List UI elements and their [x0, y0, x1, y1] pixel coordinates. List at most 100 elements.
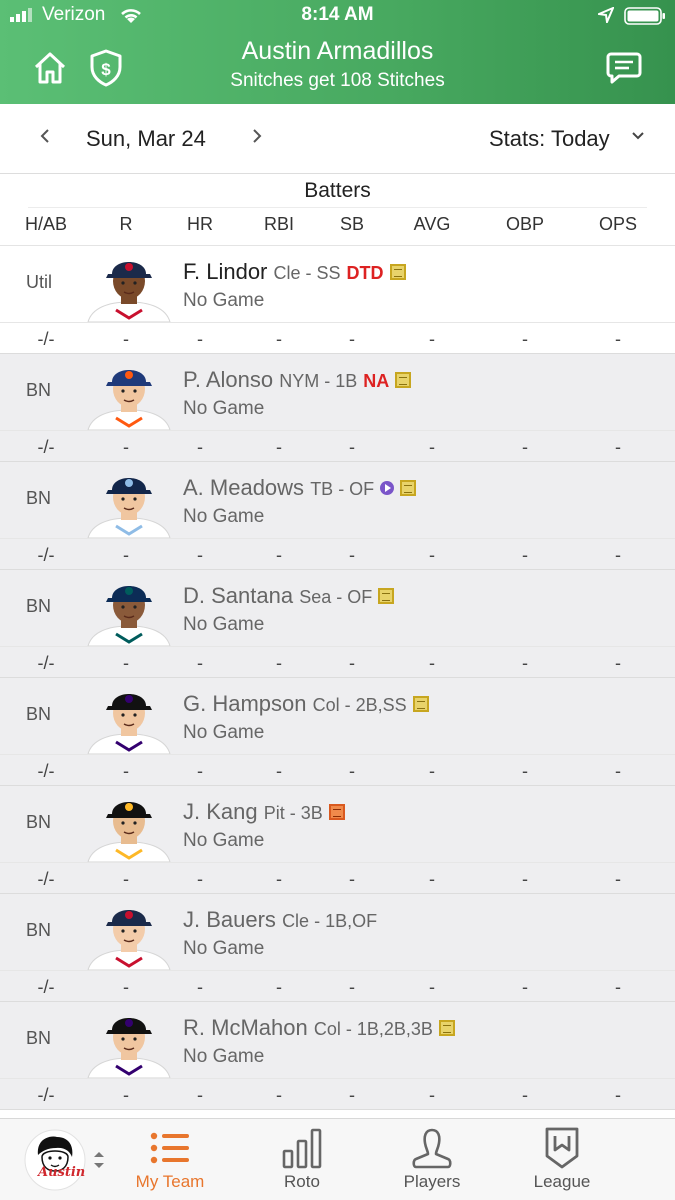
- roster-slot[interactable]: BN: [26, 596, 51, 617]
- stat-cell: -: [429, 977, 435, 997]
- battery-icon: [624, 7, 666, 31]
- roster-slot[interactable]: Util: [26, 272, 52, 293]
- stat-cell: -: [197, 329, 203, 349]
- stats-select[interactable]: Stats: Today: [489, 126, 610, 152]
- player-name[interactable]: P. Alonso: [183, 367, 273, 392]
- team-avatar-icon: [24, 1129, 86, 1191]
- stat-cell: -: [123, 977, 129, 997]
- player-photo: [87, 478, 171, 539]
- player-name[interactable]: F. Lindor: [183, 259, 267, 284]
- column-header-ops[interactable]: OPS: [599, 214, 637, 235]
- column-header-hab[interactable]: H/AB: [25, 214, 67, 235]
- player-row[interactable]: Util F. Lindor Cle - SS DTD No Game: [0, 246, 675, 323]
- stats-row: -/- - - - - - - -: [0, 863, 675, 894]
- column-header-r[interactable]: R: [120, 214, 133, 235]
- stat-cell: -: [123, 653, 129, 673]
- stat-cell: -: [123, 329, 129, 349]
- stat-cell: -: [349, 761, 355, 781]
- chevron-down-icon[interactable]: [630, 126, 646, 152]
- player-row[interactable]: BN R. McMahon Col - 1B,2B,3B No Game: [0, 1002, 675, 1079]
- player-name[interactable]: G. Hampson: [183, 691, 307, 716]
- tab-bar: Austin My Team Roto Players League: [0, 1118, 675, 1200]
- player-list: Util F. Lindor Cle - SS DTD No Game -/- - - - - -…: [0, 246, 675, 1110]
- team-position: Sea - OF: [299, 587, 373, 607]
- tab-league[interactable]: League: [512, 1119, 612, 1200]
- stat-cell: -: [615, 437, 621, 457]
- note-icon[interactable]: [378, 588, 395, 604]
- tab-label: League: [533, 1172, 591, 1191]
- team-position: TB - OF: [310, 479, 375, 499]
- stat-cell: -: [522, 977, 528, 997]
- team-switcher[interactable]: Austin: [20, 1119, 110, 1200]
- date-label: Sun, Mar 24: [86, 126, 206, 151]
- player-row[interactable]: BN P. Alonso NYM - 1B NA No Game: [0, 354, 675, 431]
- section-title: Batters: [304, 179, 371, 202]
- stat-cell: -: [349, 1085, 355, 1105]
- player-icon: [410, 1125, 454, 1171]
- tab-label: Roto: [284, 1172, 320, 1191]
- column-header-hr[interactable]: HR: [187, 214, 213, 235]
- stat-cell: -: [349, 437, 355, 457]
- player-name[interactable]: D. Santana: [183, 583, 293, 608]
- bar-chart-icon: [281, 1125, 323, 1171]
- next-day-chevron-icon[interactable]: [250, 124, 264, 154]
- roster-slot[interactable]: BN: [26, 812, 51, 833]
- stat-cell: -/-: [37, 329, 55, 349]
- stat-cell: -: [123, 761, 129, 781]
- location-icon: [595, 6, 615, 29]
- roster-slot[interactable]: BN: [26, 1028, 51, 1049]
- stat-cell: -: [123, 545, 129, 565]
- player-row[interactable]: BN D. Santana Sea - OF No Game: [0, 570, 675, 647]
- roster-slot[interactable]: BN: [26, 704, 51, 725]
- stat-cell: -: [349, 329, 355, 349]
- status-time: 8:14 AM: [301, 4, 374, 25]
- column-header-rbi[interactable]: RBI: [264, 214, 294, 235]
- team-title: Austin Armadillos: [241, 37, 434, 65]
- stats-row: -/- - - - - - - -: [0, 431, 675, 462]
- player-name[interactable]: J. Kang: [183, 799, 258, 824]
- tab-label: My Team: [135, 1172, 205, 1191]
- player-name[interactable]: J. Bauers: [183, 907, 276, 932]
- stat-cell: -: [522, 1085, 528, 1105]
- stat-cell: -: [522, 653, 528, 673]
- roster-slot[interactable]: BN: [26, 920, 51, 941]
- stat-cell: -: [522, 545, 528, 565]
- game-status: No Game: [183, 398, 265, 419]
- stats-row: -/- - - - - - - -: [0, 1079, 675, 1110]
- tab-roto[interactable]: Roto: [252, 1119, 352, 1200]
- player-row[interactable]: BN J. Bauers Cle - 1B,OF No Game: [0, 894, 675, 971]
- column-header-avg[interactable]: AVG: [414, 214, 451, 235]
- game-status: No Game: [183, 722, 265, 743]
- player-photo: [87, 802, 171, 863]
- stat-cell: -: [615, 329, 621, 349]
- stat-cell: -: [197, 437, 203, 457]
- status-tag: DTD: [346, 263, 384, 283]
- note-icon[interactable]: [389, 264, 406, 280]
- column-header-obp[interactable]: OBP: [506, 214, 544, 235]
- chat-icon[interactable]: [602, 46, 646, 90]
- video-icon[interactable]: [380, 481, 395, 495]
- stat-cell: -: [429, 437, 435, 457]
- note-icon[interactable]: [438, 1020, 455, 1036]
- team-position: Col - 1B,2B,3B: [313, 1019, 433, 1039]
- tab-players[interactable]: Players: [382, 1119, 482, 1200]
- roster-slot[interactable]: BN: [26, 380, 51, 401]
- note-icon[interactable]: [395, 372, 412, 388]
- prev-day-chevron-icon[interactable]: [38, 124, 52, 154]
- stat-cell: -: [197, 761, 203, 781]
- note-icon[interactable]: [328, 804, 345, 820]
- roster-slot[interactable]: BN: [26, 488, 51, 509]
- stats-row: -/- - - - - - - -: [0, 539, 675, 570]
- tab-my-team[interactable]: My Team: [120, 1119, 220, 1200]
- stat-cell: -: [276, 653, 282, 673]
- column-header-sb[interactable]: SB: [340, 214, 364, 235]
- player-row[interactable]: BN J. Kang Pit - 3B No Game: [0, 786, 675, 863]
- stat-cell: -: [615, 977, 621, 997]
- player-row[interactable]: BN G. Hampson Col - 2B,SS No Game: [0, 678, 675, 755]
- player-row[interactable]: BN A. Meadows TB - OF No Game: [0, 462, 675, 539]
- note-icon[interactable]: [400, 480, 417, 496]
- player-name[interactable]: A. Meadows: [183, 475, 304, 500]
- note-icon[interactable]: [412, 696, 429, 712]
- stat-cell: -: [197, 545, 203, 565]
- player-name[interactable]: R. McMahon: [183, 1015, 308, 1040]
